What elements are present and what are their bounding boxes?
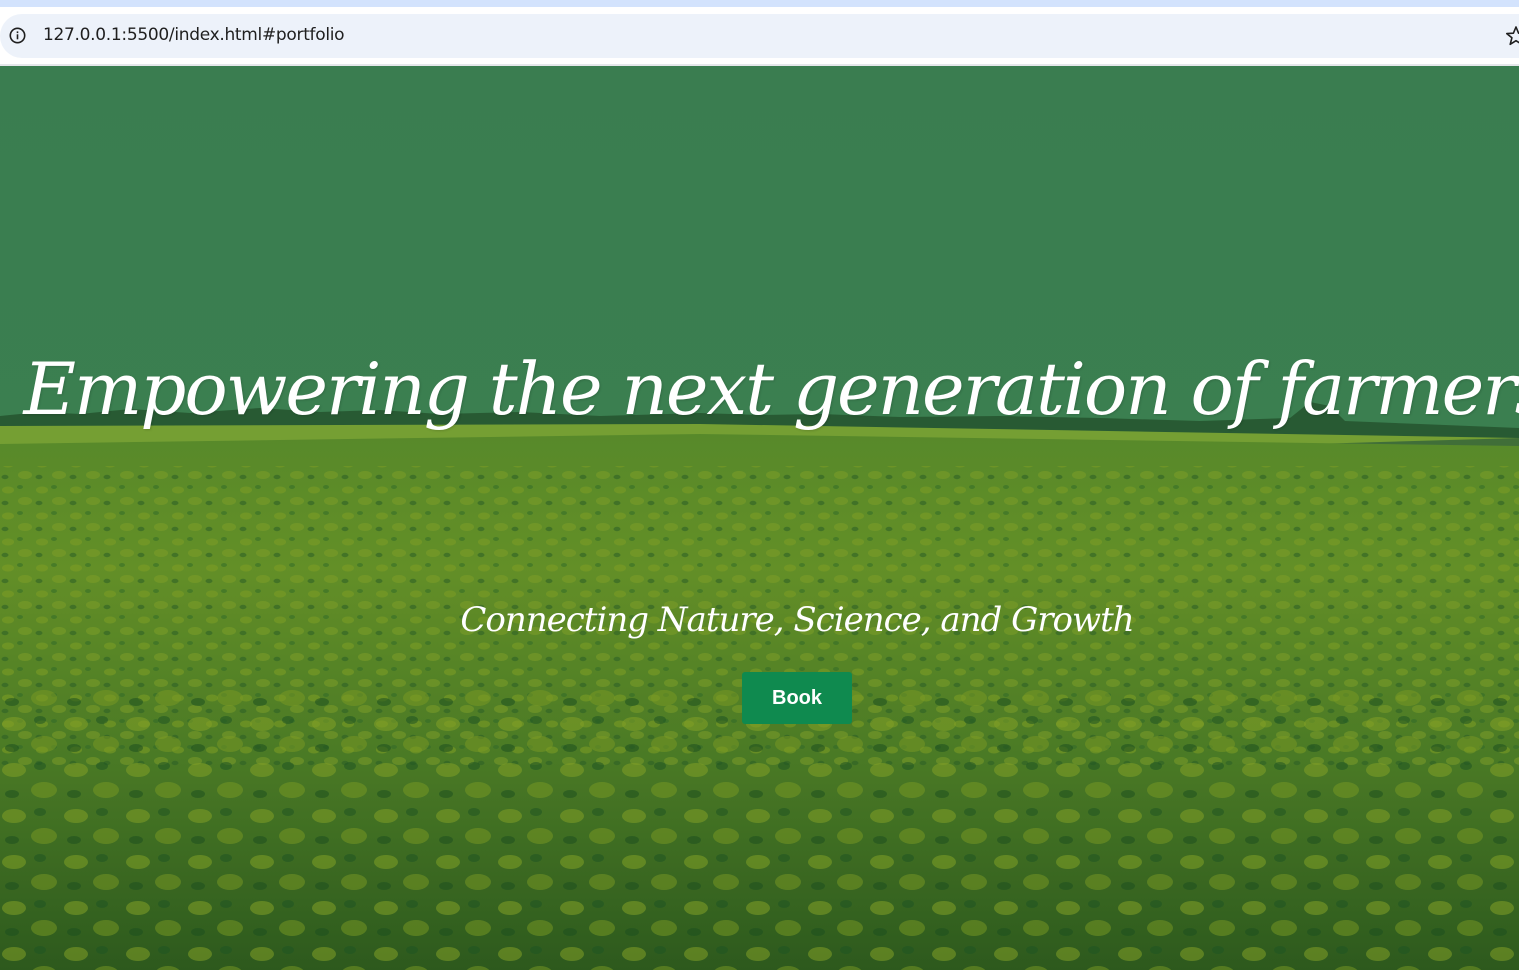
browser-chrome: 127.0.0.1:5500/index.html#portfolio (0, 0, 1519, 66)
hero-section: Empowering the next generation of farmer… (0, 66, 1519, 970)
book-button[interactable]: Book (742, 672, 852, 724)
address-bar[interactable]: 127.0.0.1:5500/index.html#portfolio (0, 14, 1519, 58)
tab-strip (0, 0, 1519, 7)
hero-subtitle: Connecting Nature, Science, and Growth (460, 600, 1134, 640)
info-icon[interactable] (9, 27, 26, 44)
hero-headline: Empowering the next generation of farmer… (23, 347, 1519, 431)
bookmark-star-icon[interactable] (1505, 25, 1519, 47)
hero-content: Empowering the next generation of farmer… (0, 66, 1519, 970)
url-text[interactable]: 127.0.0.1:5500/index.html#portfolio (43, 25, 345, 45)
